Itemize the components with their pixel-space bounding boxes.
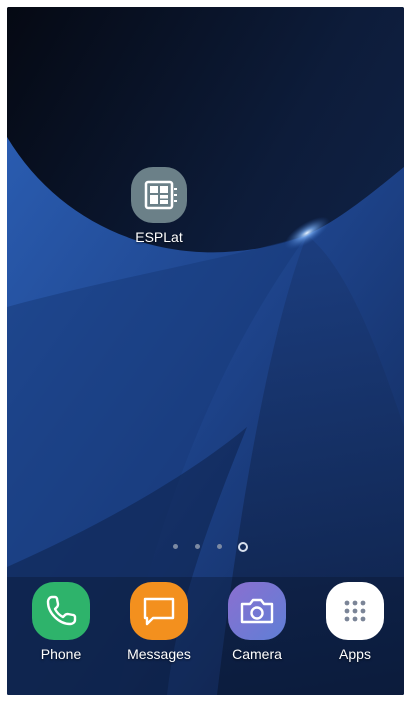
dock-label-phone: Phone bbox=[40, 646, 82, 662]
dock-label-camera: Camera bbox=[232, 646, 282, 662]
dock-app-messages[interactable]: Messages bbox=[119, 582, 199, 662]
page-dot[interactable] bbox=[195, 544, 200, 549]
home-screen: ESPLat Phone Messages Camera Apps bbox=[7, 7, 404, 695]
app-esplat[interactable]: ESPLat bbox=[119, 167, 199, 245]
phone-icon bbox=[32, 582, 90, 640]
dock-app-phone[interactable]: Phone bbox=[21, 582, 101, 662]
dock-label-apps: Apps bbox=[339, 646, 371, 662]
dock-app-apps[interactable]: Apps bbox=[315, 582, 395, 662]
messages-icon bbox=[130, 582, 188, 640]
page-dot[interactable] bbox=[173, 544, 178, 549]
page-indicator bbox=[7, 541, 404, 553]
app-label: ESPLat bbox=[135, 229, 183, 245]
page-dot[interactable] bbox=[217, 544, 222, 549]
camera-icon bbox=[228, 582, 286, 640]
apps-grid-icon bbox=[326, 582, 384, 640]
page-dot-active[interactable] bbox=[238, 542, 248, 552]
dock-app-camera[interactable]: Camera bbox=[217, 582, 297, 662]
esplat-app-icon bbox=[131, 167, 187, 223]
dock-label-messages: Messages bbox=[127, 646, 191, 662]
